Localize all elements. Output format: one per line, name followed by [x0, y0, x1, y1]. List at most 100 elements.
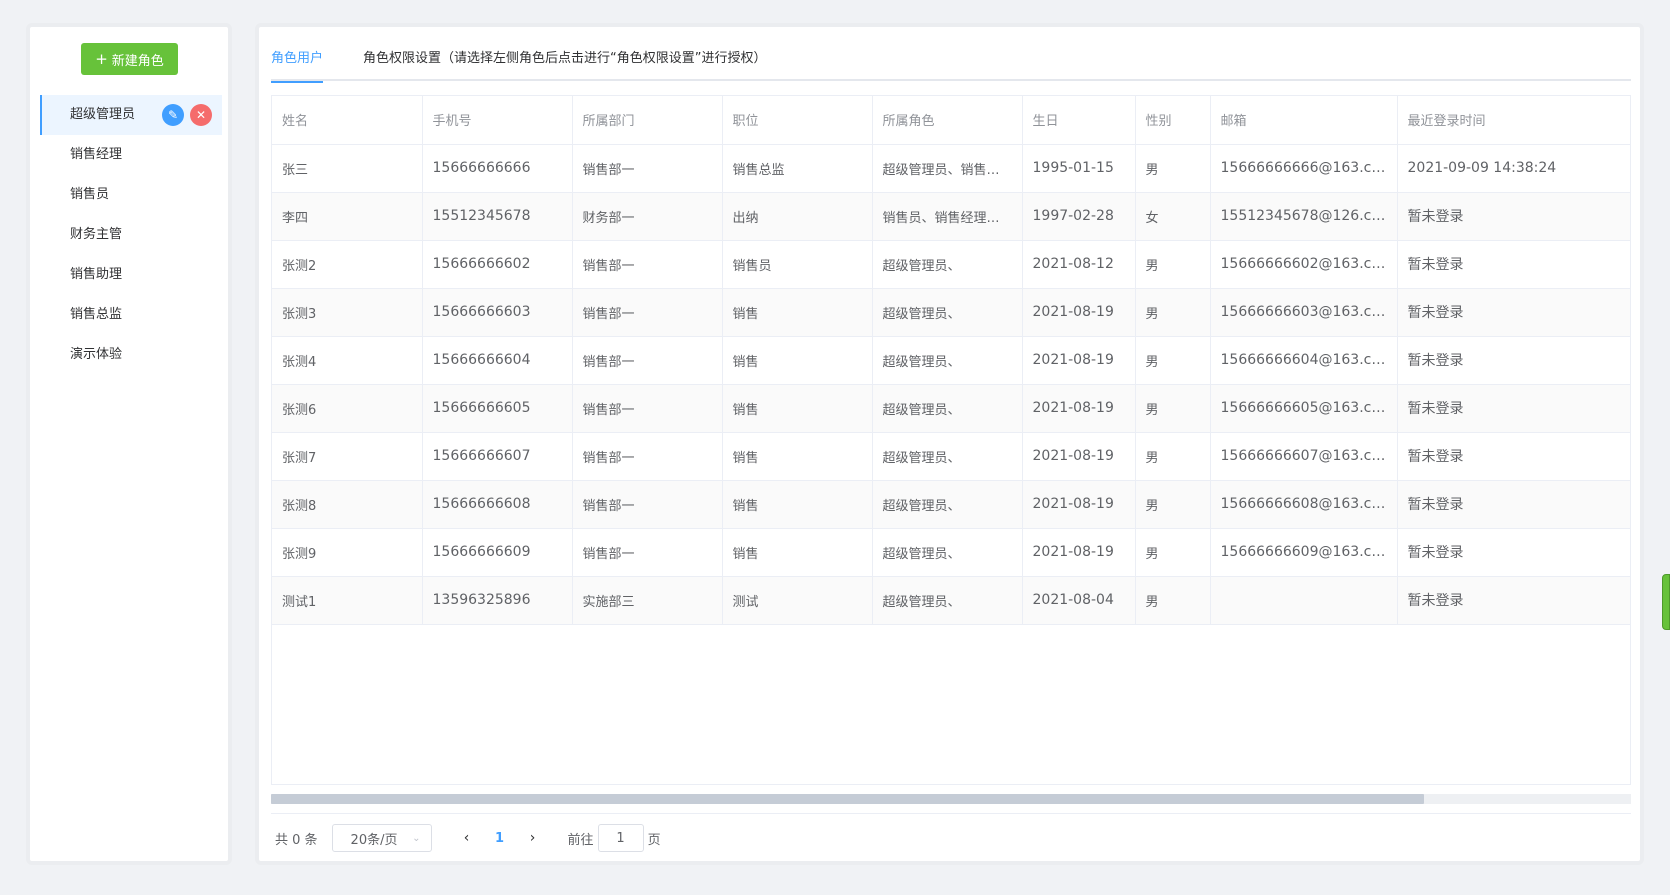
table-cell: 15666666608@163.com: [1210, 480, 1398, 529]
table-cell: 暂未登录: [1397, 288, 1630, 337]
table-cell: 13596325896: [422, 576, 573, 625]
table-cell: 男: [1135, 240, 1211, 289]
table-cell: 男: [1135, 384, 1211, 433]
table-cell: 男: [1135, 480, 1211, 529]
close-icon[interactable]: ✕: [190, 104, 212, 126]
table-row[interactable]: 张测4 15666666604 销售部一 销售 超级管理员、 2021-08-19 男 156…: [272, 336, 1630, 385]
table-cell: 张测7: [272, 432, 423, 481]
table-cell: 暂未登录: [1397, 480, 1630, 529]
role-label: 销售助理: [70, 267, 123, 282]
pagination: 共 0 条 20条/页 ⌄ ‹ 1 › 前往 页: [275, 823, 661, 853]
column-header: 姓名: [272, 96, 423, 145]
column-header: 所属角色: [872, 96, 1023, 145]
table-cell: 2021-08-19: [1022, 336, 1136, 385]
role-item[interactable]: 财务主管: [40, 215, 222, 255]
table-cell: 15666666604@163.com: [1210, 336, 1398, 385]
role-item[interactable]: 销售经理: [40, 135, 222, 175]
user-table: 姓名 手机号 所属部门 职位 所属角色 生日 性别 邮箱 最近登录时间 张三 1566666666…: [271, 95, 1631, 785]
table-cell: 15666666604: [422, 336, 573, 385]
table-cell: 销售部一: [572, 480, 723, 529]
role-label: 超级管理员: [70, 107, 136, 122]
chevron-right-icon[interactable]: ›: [518, 830, 548, 846]
table-cell: 15512345678@126.com: [1210, 192, 1398, 241]
table-cell: 超级管理员、: [872, 576, 1023, 625]
role-item[interactable]: 演示体验: [40, 335, 222, 375]
table-cell: 男: [1135, 144, 1211, 193]
table-row[interactable]: 张三 15666666666 销售部一 销售总监 超级管理员、销售经… 1995-01-1…: [272, 144, 1630, 193]
pencil-icon[interactable]: ✎: [162, 104, 184, 126]
table-cell: 销售总监: [722, 144, 873, 193]
table-cell: 销售: [722, 336, 873, 385]
page-size-value: 20条/页: [350, 832, 398, 848]
horizontal-scrollbar[interactable]: [271, 794, 1631, 804]
role-label: 演示体验: [70, 347, 123, 362]
table-cell: 男: [1135, 528, 1211, 577]
table-cell: 销售部一: [572, 240, 723, 289]
table-cell: 15666666602: [422, 240, 573, 289]
table-cell: 15666666607@163.com: [1210, 432, 1398, 481]
column-header: 所属部门: [572, 96, 723, 145]
role-label: 销售员: [70, 187, 110, 202]
table-cell: 超级管理员、: [872, 432, 1023, 481]
table-row[interactable]: 张测9 15666666609 销售部一 销售 超级管理员、 2021-08-19 男 156…: [272, 528, 1630, 577]
current-page[interactable]: 1: [482, 831, 518, 846]
page-suffix: 页: [647, 832, 661, 848]
table-cell: 15666666607: [422, 432, 573, 481]
column-header: 手机号: [422, 96, 573, 145]
table-row[interactable]: 张测7 15666666607 销售部一 销售 超级管理员、 2021-08-19 男 156…: [272, 432, 1630, 481]
chevron-left-icon[interactable]: ‹: [452, 830, 482, 846]
table-cell: 15666666609: [422, 528, 573, 577]
column-header: 邮箱: [1210, 96, 1398, 145]
table-cell: 男: [1135, 432, 1211, 481]
table-cell: 销售: [722, 528, 873, 577]
table-cell: 2021-09-09 14:38:24: [1397, 144, 1630, 193]
main-panel: 角色用户 角色权限设置（请选择左侧角色后点击进行“角色权限设置”进行授权） 姓名手…: [255, 23, 1644, 865]
table-header-row: 姓名 手机号 所属部门 职位 所属角色 生日 性别 邮箱 最近登录时间: [272, 96, 1630, 145]
table-cell: 销售: [722, 432, 873, 481]
table-cell: 2021-08-19: [1022, 480, 1136, 529]
table-row[interactable]: 张测2 15666666602 销售部一 销售员 超级管理员、 2021-08-12 男 15…: [272, 240, 1630, 289]
table-cell: 15666666605@163.com: [1210, 384, 1398, 433]
table-cell: 15512345678: [422, 192, 573, 241]
table-cell: 实施部三: [572, 576, 723, 625]
table-cell: 男: [1135, 336, 1211, 385]
table-cell: 超级管理员、: [872, 384, 1023, 433]
table-cell: 15666666603@163.com: [1210, 288, 1398, 337]
role-item[interactable]: 销售员: [40, 175, 222, 215]
goto-page-input[interactable]: [597, 824, 644, 852]
role-item[interactable]: 销售总监: [40, 295, 222, 335]
column-header: 最近登录时间: [1397, 96, 1630, 145]
table-cell: 2021-08-19: [1022, 384, 1136, 433]
table-row[interactable]: 张测6 15666666605 销售部一 销售 超级管理员、 2021-08-19 男 156…: [272, 384, 1630, 433]
page-scrollbar-handle[interactable]: [1662, 574, 1670, 630]
table-row[interactable]: 李四 15512345678 财务部一 出纳 销售员、销售经理、… 1997-02-28 女…: [272, 192, 1630, 241]
table-cell: 2021-08-12: [1022, 240, 1136, 289]
table-cell: 15666666666: [422, 144, 573, 193]
table-cell: 暂未登录: [1397, 240, 1630, 289]
role-item[interactable]: 超级管理员 ✎ ✕: [40, 95, 222, 135]
new-role-button[interactable]: + 新建角色: [81, 43, 178, 75]
table-row[interactable]: 张测3 15666666603 销售部一 销售 超级管理员、 2021-08-19 男 156…: [272, 288, 1630, 337]
tab-role-permissions[interactable]: 角色权限设置（请选择左侧角色后点击进行“角色权限设置”进行授权）: [363, 47, 766, 81]
column-header: 性别: [1135, 96, 1211, 145]
scrollbar-thumb[interactable]: [271, 794, 1424, 804]
table-row[interactable]: 测试1 13596325896 实施部三 测试 超级管理员、 2021-08-04 男 暂未登…: [272, 576, 1630, 625]
role-item[interactable]: 销售助理: [40, 255, 222, 295]
table-cell: 超级管理员、: [872, 480, 1023, 529]
role-label: 销售总监: [70, 307, 123, 322]
column-header: 职位: [722, 96, 873, 145]
tab-role-users[interactable]: 角色用户: [271, 47, 324, 83]
table-cell: 15666666605: [422, 384, 573, 433]
table-cell: 15666666602@163.com: [1210, 240, 1398, 289]
table-cell: 张测9: [272, 528, 423, 577]
total-count: 共 0 条: [275, 832, 318, 848]
table-cell: 超级管理员、: [872, 240, 1023, 289]
table-cell: 超级管理员、销售经…: [872, 144, 1023, 193]
table-row[interactable]: 张测8 15666666608 销售部一 销售 超级管理员、 2021-08-19 男 156…: [272, 480, 1630, 529]
page-size-select[interactable]: 20条/页 ⌄: [331, 824, 432, 852]
tab-bar: 角色用户 角色权限设置（请选择左侧角色后点击进行“角色权限设置”进行授权）: [271, 47, 1631, 83]
table-cell: 暂未登录: [1397, 576, 1630, 625]
role-list: 超级管理员 ✎ ✕ 销售经理销售员财务主管销售助理销售总监演示体验: [40, 95, 222, 375]
table-cell: 超级管理员、: [872, 528, 1023, 577]
table-cell: 15666666608: [422, 480, 573, 529]
